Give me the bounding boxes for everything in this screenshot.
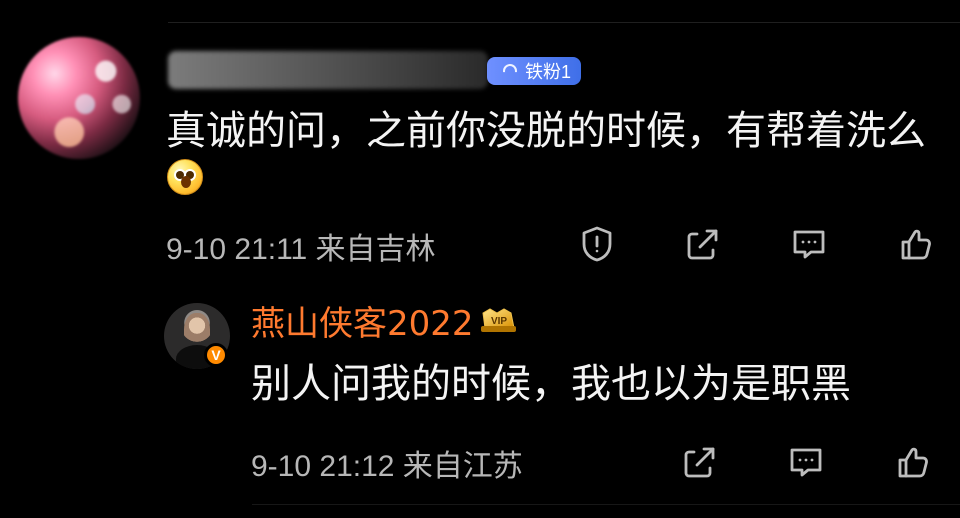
- comment-button[interactable]: [785, 220, 833, 268]
- reply-meta: 9-10 21:12 来自江苏: [251, 450, 523, 483]
- comment-avatar[interactable]: [18, 37, 140, 159]
- reply-like-button[interactable]: [888, 438, 936, 486]
- verified-badge: V: [204, 343, 228, 367]
- astonished-face-icon: [167, 159, 203, 195]
- top-divider: [168, 22, 960, 23]
- report-icon: [582, 226, 612, 262]
- fan-badge: 铁粉1: [487, 57, 582, 85]
- vip-label: VIP: [491, 316, 507, 327]
- reply-text: 别人问我的时候，我也以为是职黑: [251, 361, 851, 407]
- comment-text: 真诚的问，之前你没脱的时候，有帮着洗么: [166, 108, 926, 154]
- comment-icon: [790, 448, 822, 477]
- commenter-name-blurred[interactable]: [168, 51, 488, 89]
- reply-username[interactable]: 燕山侠客2022: [251, 302, 474, 346]
- fan-badge-icon: [501, 62, 519, 80]
- vip-icon: VIP: [481, 308, 516, 332]
- reply-actions: [676, 438, 936, 486]
- like-button[interactable]: [891, 220, 939, 268]
- emoji-mouth: [181, 176, 191, 188]
- share-icon: [684, 447, 715, 478]
- comment-icon: [793, 230, 825, 259]
- like-icon: [901, 229, 931, 260]
- comment-actions: [573, 220, 939, 268]
- report-button[interactable]: [573, 220, 621, 268]
- bottom-divider: [252, 504, 960, 505]
- share-button[interactable]: [679, 220, 727, 268]
- comment-meta: 9-10 21:11 来自吉林: [166, 233, 436, 266]
- reply-comment-button[interactable]: [782, 438, 830, 486]
- like-icon: [898, 447, 928, 478]
- reply-share-button[interactable]: [676, 438, 724, 486]
- share-icon: [687, 229, 718, 260]
- fan-badge-label: 铁粉1: [525, 62, 572, 82]
